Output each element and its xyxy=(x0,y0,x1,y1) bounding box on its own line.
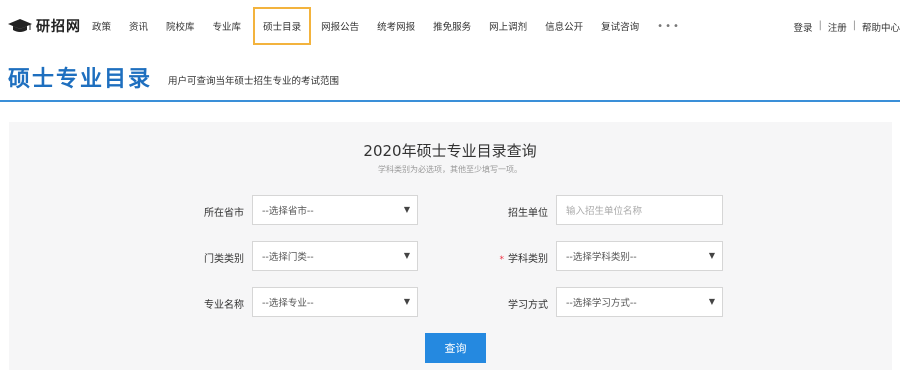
subject-select[interactable]: --选择学科类别-- ▼ xyxy=(556,241,723,271)
subject-label-text: 学科类别 xyxy=(508,254,548,265)
main-nav: 政策 资讯 院校库 专业库 硕士目录 网报公告 统考网报 推免服务 网上调剂 信… xyxy=(92,0,681,52)
subject-label: * 学科类别 xyxy=(468,250,549,265)
nav-item-recommendation[interactable]: 推免服务 xyxy=(433,19,471,33)
chevron-down-icon: ▼ xyxy=(708,297,715,306)
study-mode-label: 学习方式 xyxy=(508,300,548,311)
nav-item-registration-notice[interactable]: 网报公告 xyxy=(321,19,359,33)
page-header: 硕士专业目录 用户可查询当年硕士招生专业的考试范围 xyxy=(0,52,900,102)
nav-item-news[interactable]: 资讯 xyxy=(129,19,148,33)
form-hint: 学科类别为必选项，其他至少填写一项。 xyxy=(378,165,522,174)
required-marker: * xyxy=(499,255,505,265)
divider: | xyxy=(818,20,822,31)
nav-item-adjustment[interactable]: 网上调剂 xyxy=(489,19,527,33)
graduation-cap-icon xyxy=(8,19,32,32)
nav-item-master-catalog[interactable]: 硕士目录 xyxy=(253,7,312,45)
help-link[interactable]: 帮助中心 xyxy=(862,20,900,34)
chevron-down-icon: ▼ xyxy=(708,251,715,260)
chevron-down-icon: ▼ xyxy=(403,205,410,214)
nav-item-policy[interactable]: 政策 xyxy=(92,19,111,33)
province-value: --选择省市-- xyxy=(262,206,314,217)
account-links: 登录 | 注册 | 帮助中心 xyxy=(794,20,900,34)
chevron-down-icon: ▼ xyxy=(403,297,410,306)
unit-input[interactable]: 输入招生单位名称 xyxy=(556,195,723,225)
province-select[interactable]: --选择省市-- ▼ xyxy=(252,195,418,225)
divider: | xyxy=(852,20,856,31)
search-button[interactable]: 查询 xyxy=(425,333,486,363)
login-link[interactable]: 登录 xyxy=(794,20,813,34)
subject-value: --选择学科类别-- xyxy=(566,252,637,263)
nav-item-retest[interactable]: 复试咨询 xyxy=(601,19,639,33)
study-mode-value: --选择学习方式-- xyxy=(566,298,637,309)
major-value: --选择专业-- xyxy=(262,298,314,309)
register-link[interactable]: 注册 xyxy=(828,20,847,34)
page-title: 硕士专业目录 xyxy=(8,67,153,92)
page-subtitle: 用户可查询当年硕士招生专业的考试范围 xyxy=(168,76,340,87)
category-select[interactable]: --选择门类-- ▼ xyxy=(252,241,418,271)
nav-item-disclosure[interactable]: 信息公开 xyxy=(545,19,583,33)
major-label: 专业名称 xyxy=(204,300,244,311)
more-icon[interactable]: ••• xyxy=(657,21,681,32)
unit-label: 招生单位 xyxy=(508,208,548,219)
study-mode-select[interactable]: --选择学习方式-- ▼ xyxy=(556,287,723,317)
nav-item-exam-registration[interactable]: 统考网报 xyxy=(377,19,415,33)
top-nav: 研招网 政策 资讯 院校库 专业库 硕士目录 网报公告 统考网报 推免服务 网上… xyxy=(0,0,900,52)
nav-item-schools[interactable]: 院校库 xyxy=(166,19,195,33)
form-title: 2020年硕士专业目录查询 xyxy=(363,142,537,160)
logo-text: 研招网 xyxy=(36,19,81,35)
province-label: 所在省市 xyxy=(204,208,244,219)
category-value: --选择门类-- xyxy=(262,252,314,263)
category-label: 门类类别 xyxy=(204,254,244,265)
site-logo[interactable]: 研招网 xyxy=(8,14,81,38)
nav-item-majors[interactable]: 专业库 xyxy=(213,19,242,33)
major-select[interactable]: --选择专业-- ▼ xyxy=(252,287,418,317)
chevron-down-icon: ▼ xyxy=(403,251,410,260)
